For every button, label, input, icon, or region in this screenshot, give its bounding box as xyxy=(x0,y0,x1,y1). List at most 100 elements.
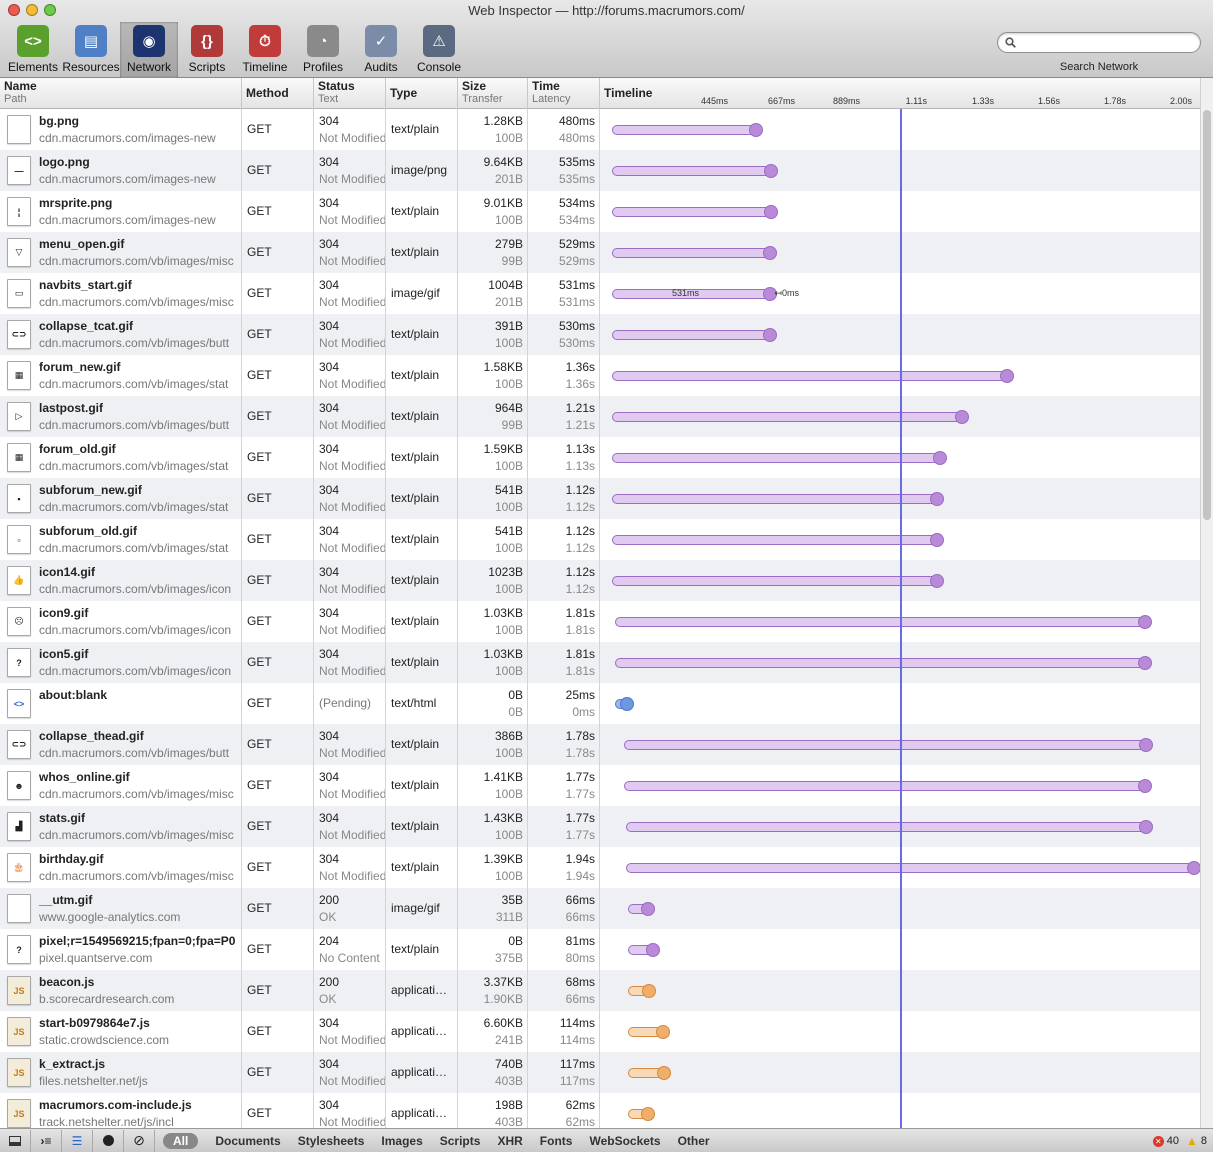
filter-xhr[interactable]: XHR xyxy=(497,1134,522,1148)
timeline-bar[interactable] xyxy=(625,863,1194,873)
table-row[interactable]: ▦ forum_old.gif cdn.macrumors.com/vb/image… xyxy=(0,437,1200,478)
table-row[interactable]: ▫ subforum_old.gif cdn.macrumors.com/vb/im… xyxy=(0,519,1200,560)
table-row[interactable]: ⊂⊃ collapse_thead.gif cdn.macrumors.com/vb… xyxy=(0,724,1200,765)
timeline-bar[interactable] xyxy=(612,535,937,545)
tab-audits[interactable]: ✓ Audits xyxy=(352,22,410,78)
timeline-bar[interactable] xyxy=(612,248,770,258)
table-row[interactable]: ? pixel;r=1549569215;fpan=0;fpa=P0 pixel.q… xyxy=(0,929,1200,970)
table-row[interactable]: JS beacon.js b.scorecardresearch.com GET 200… xyxy=(0,970,1200,1011)
table-row[interactable]: ▷ lastpost.gif cdn.macrumors.com/vb/images… xyxy=(0,396,1200,437)
filter-websockets[interactable]: WebSockets xyxy=(589,1134,660,1148)
record-button[interactable] xyxy=(93,1129,124,1152)
table-row[interactable]: ▽ menu_open.gif cdn.macrumors.com/vb/image… xyxy=(0,232,1200,273)
table-row[interactable]: ▟ stats.gif cdn.macrumors.com/vb/images/mi… xyxy=(0,806,1200,847)
table-row[interactable]: JS macrumors.com-include.js track.netshelt… xyxy=(0,1093,1200,1128)
name-cell[interactable]: ▟ stats.gif cdn.macrumors.com/vb/images/mi… xyxy=(0,806,242,847)
table-row[interactable]: ? icon5.gif cdn.macrumors.com/vb/images/ic… xyxy=(0,642,1200,683)
name-cell[interactable]: 👍 icon14.gif cdn.macrumors.com/vb/images/i… xyxy=(0,560,242,601)
name-cell[interactable]: ☻ whos_online.gif cdn.macrumors.com/vb/ima… xyxy=(0,765,242,806)
name-cell[interactable]: ▦ forum_new.gif cdn.macrumors.com/vb/image… xyxy=(0,355,242,396)
table-row[interactable]: ⊂⊃ collapse_tcat.gif cdn.macrumors.com/vb/… xyxy=(0,314,1200,355)
timeline-bar[interactable] xyxy=(625,822,1146,832)
timeline-column-header[interactable]: Timeline 445ms 667ms 889ms 1.11s 1.33s 1.56s 1… xyxy=(600,78,1200,109)
name-cell[interactable]: ▷ lastpost.gif cdn.macrumors.com/vb/images… xyxy=(0,396,242,437)
issue-counts[interactable]: ✕ 40 ▲ 8 xyxy=(1152,1134,1207,1148)
name-cell[interactable]: ¦ mrsprite.png cdn.macrumors.com/images-ne… xyxy=(0,191,242,232)
tab-elements[interactable]: <> Elements xyxy=(4,22,62,78)
name-cell[interactable]: ▦ forum_old.gif cdn.macrumors.com/vb/image… xyxy=(0,437,242,478)
name-cell[interactable]: — logo.png cdn.macrumors.com/images-new xyxy=(0,150,242,191)
timeline-bar[interactable] xyxy=(612,494,937,504)
tab-resources[interactable]: ▤ Resources xyxy=(62,22,120,78)
type-column-header[interactable]: Type xyxy=(386,78,458,109)
timeline-bar[interactable] xyxy=(612,412,963,422)
table-row[interactable]: ☹ icon9.gif cdn.macrumors.com/vb/images/ic… xyxy=(0,601,1200,642)
filter-all[interactable]: All xyxy=(163,1132,199,1149)
timeline-bar[interactable] xyxy=(612,371,1007,381)
filter-stylesheets[interactable]: Stylesheets xyxy=(298,1134,365,1148)
table-row[interactable]: <> about:blank GET (Pending) text/html 0B 0B 25… xyxy=(0,683,1200,724)
table-row[interactable]: ▪ subforum_new.gif cdn.macrumors.com/vb/im… xyxy=(0,478,1200,519)
table-row[interactable]: 👍 icon14.gif cdn.macrumors.com/vb/images/i… xyxy=(0,560,1200,601)
name-column-header[interactable]: Name Path xyxy=(0,78,242,109)
clear-button[interactable]: ⊘ xyxy=(124,1129,155,1152)
console-toggle-button[interactable]: ›≡ xyxy=(31,1129,62,1152)
timeline-bar[interactable] xyxy=(612,166,771,176)
name-cell[interactable]: JS start-b0979864e7.js static.crowdscience… xyxy=(0,1011,242,1052)
size-column-header[interactable]: Size Transfer xyxy=(458,78,528,109)
table-row[interactable]: JS k_extract.js files.netshelter.net/js GET… xyxy=(0,1052,1200,1093)
search-box[interactable] xyxy=(997,32,1201,53)
time-column-header[interactable]: Time Latency xyxy=(528,78,600,109)
name-cell[interactable]: ▭ navbits_start.gif cdn.macrumors.com/vb/i… xyxy=(0,273,242,314)
name-cell[interactable]: JS beacon.js b.scorecardresearch.com xyxy=(0,970,242,1011)
timeline-bar[interactable] xyxy=(624,781,1145,791)
timeline-bar[interactable] xyxy=(612,330,771,340)
vertical-scrollbar[interactable] xyxy=(1200,78,1213,1128)
table-row[interactable]: ▭ navbits_start.gif cdn.macrumors.com/vb/i… xyxy=(0,273,1200,314)
dock-button[interactable] xyxy=(0,1129,31,1152)
timeline-bar[interactable] xyxy=(612,576,937,586)
name-cell[interactable]: ▫ subforum_old.gif cdn.macrumors.com/vb/im… xyxy=(0,519,242,560)
name-cell[interactable]: JS k_extract.js files.netshelter.net/js xyxy=(0,1052,242,1093)
table-row[interactable]: ¦ mrsprite.png cdn.macrumors.com/images-ne… xyxy=(0,191,1200,232)
filter-fonts[interactable]: Fonts xyxy=(540,1134,573,1148)
table-row[interactable]: ☻ whos_online.gif cdn.macrumors.com/vb/ima… xyxy=(0,765,1200,806)
name-cell[interactable]: <> about:blank xyxy=(0,683,242,724)
method-column-header[interactable]: Method xyxy=(242,78,314,109)
name-cell[interactable]: ▽ menu_open.gif cdn.macrumors.com/vb/image… xyxy=(0,232,242,273)
timeline-bar[interactable] xyxy=(615,617,1145,627)
name-cell[interactable]: bg.png cdn.macrumors.com/images-new xyxy=(0,109,242,150)
name-cell[interactable]: 🎂 birthday.gif cdn.macrumors.com/vb/images… xyxy=(0,847,242,888)
name-cell[interactable]: ? pixel;r=1549569215;fpan=0;fpa=P0 pixel.q… xyxy=(0,929,242,970)
name-cell[interactable]: ? icon5.gif cdn.macrumors.com/vb/images/ic… xyxy=(0,642,242,683)
table-row[interactable]: JS start-b0979864e7.js static.crowdscience… xyxy=(0,1011,1200,1052)
tab-profiles[interactable]: ◔ Profiles xyxy=(294,22,352,78)
name-cell[interactable]: ⊂⊃ collapse_thead.gif cdn.macrumors.com/vb… xyxy=(0,724,242,765)
table-row[interactable]: ▦ forum_new.gif cdn.macrumors.com/vb/image… xyxy=(0,355,1200,396)
name-cell[interactable]: ⊂⊃ collapse_tcat.gif cdn.macrumors.com/vb/… xyxy=(0,314,242,355)
name-cell[interactable]: ☹ icon9.gif cdn.macrumors.com/vb/images/ic… xyxy=(0,601,242,642)
status-column-header[interactable]: Status Text xyxy=(314,78,386,109)
timeline-bar[interactable] xyxy=(624,740,1146,750)
tab-timeline[interactable]: ⏱ Timeline xyxy=(236,22,294,78)
tab-console[interactable]: ⚠ Console xyxy=(410,22,468,78)
filter-scripts[interactable]: Scripts xyxy=(440,1134,481,1148)
tab-network[interactable]: ◉ Network xyxy=(120,22,178,78)
filter-documents[interactable]: Documents xyxy=(215,1134,280,1148)
name-cell[interactable]: __utm.gif www.google-analytics.com xyxy=(0,888,242,929)
search-input[interactable] xyxy=(1020,35,1192,50)
timeline-bar[interactable] xyxy=(612,125,756,135)
large-rows-button[interactable]: ☰ xyxy=(62,1129,93,1152)
name-cell[interactable]: JS macrumors.com-include.js track.netshelt… xyxy=(0,1093,242,1128)
table-row[interactable]: 🎂 birthday.gif cdn.macrumors.com/vb/images… xyxy=(0,847,1200,888)
table-row[interactable]: bg.png cdn.macrumors.com/images-new GET 304… xyxy=(0,109,1200,150)
timeline-bar[interactable] xyxy=(612,453,940,463)
timeline-bar[interactable] xyxy=(615,658,1145,668)
name-cell[interactable]: ▪ subforum_new.gif cdn.macrumors.com/vb/im… xyxy=(0,478,242,519)
tab-scripts[interactable]: {} Scripts xyxy=(178,22,236,78)
filter-images[interactable]: Images xyxy=(381,1134,422,1148)
table-row[interactable]: — logo.png cdn.macrumors.com/images-new GET… xyxy=(0,150,1200,191)
filter-other[interactable]: Other xyxy=(678,1134,710,1148)
table-row[interactable]: __utm.gif www.google-analytics.com GET 200 O… xyxy=(0,888,1200,929)
timeline-bar[interactable] xyxy=(612,207,771,217)
